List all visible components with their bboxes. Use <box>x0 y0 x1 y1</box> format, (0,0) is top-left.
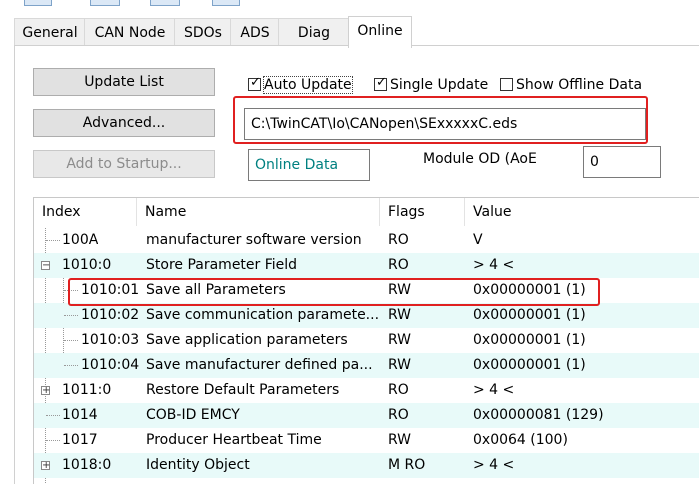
tab-online[interactable]: Online <box>348 16 412 48</box>
row-index: 1011:0 <box>62 382 112 398</box>
header-name[interactable]: Name <box>137 198 380 226</box>
toolbar-button-3[interactable] <box>150 0 180 6</box>
row-value: 0x00000001 (1) <box>473 307 586 323</box>
tree-connector <box>64 315 78 316</box>
online-data-field: Online Data <box>248 149 370 181</box>
auto-update-check-icon[interactable]: ✓ <box>248 75 261 91</box>
eds-path-highlight <box>233 96 648 144</box>
single-update-label: Single Update <box>390 77 489 93</box>
row-index: 1010:04 <box>81 357 140 373</box>
row-value: 0x0064 (100) <box>473 432 568 448</box>
toolbar-button-2[interactable] <box>90 0 120 6</box>
single-update-checkbox[interactable]: ✓ Single Update <box>374 75 489 94</box>
auto-update-label: Auto Update <box>263 76 353 94</box>
tree-connector <box>46 415 60 416</box>
row-highlight <box>68 278 600 306</box>
show-offline-checkbox[interactable]: Show Offline Data <box>500 76 642 94</box>
row-value: > 4 < <box>473 382 515 398</box>
show-offline-check-icon[interactable] <box>500 78 513 91</box>
table-row[interactable]: 1010:04 Save manufacturer defined pa... … <box>34 353 699 378</box>
table-row[interactable]: + 1011:0 Restore Default Parameters RO >… <box>34 378 699 403</box>
row-index: 1018:0 <box>62 457 112 473</box>
tab-sdos[interactable]: SDOs <box>174 18 232 47</box>
table-row[interactable]: 1017 Producer Heartbeat Time RW 0x0064 (… <box>34 428 699 453</box>
tab-can-node[interactable]: CAN Node <box>84 18 176 47</box>
row-flags: RW <box>388 432 412 448</box>
row-index: 1014 <box>62 407 98 423</box>
row-flags: RW <box>388 307 412 323</box>
row-index: 1010:0 <box>62 257 112 273</box>
toolbar-button-1[interactable] <box>24 0 52 6</box>
row-flags: RO <box>388 232 409 248</box>
auto-update-checkbox[interactable]: ✓ Auto Update <box>248 75 353 94</box>
toolbar-button-4[interactable] <box>212 0 240 6</box>
header-value[interactable]: Value <box>465 198 699 226</box>
row-value: 0x00000001 (1) <box>473 332 586 348</box>
row-name: Producer Heartbeat Time <box>146 432 322 448</box>
row-name: manufacturer software version <box>146 232 362 248</box>
row-index: 1017 <box>62 432 98 448</box>
table-row[interactable]: 1010:02 Save communication paramete... R… <box>34 303 699 328</box>
row-name: Save application parameters <box>146 332 348 348</box>
header-flags[interactable]: Flags <box>380 198 465 226</box>
update-list-button[interactable]: Update List <box>33 68 215 96</box>
tree-connector <box>64 365 78 366</box>
row-flags: RO <box>388 382 409 398</box>
module-od-input[interactable]: 0 <box>583 146 661 178</box>
table-row[interactable]: 1014 COB-ID EMCY RO 0x00000081 (129) <box>34 403 699 428</box>
row-value: > 4 < <box>473 457 515 473</box>
tree-connector <box>64 340 78 341</box>
table-row[interactable]: − 1010:0 Store Parameter Field RO > 4 < <box>34 253 699 278</box>
row-index: 1010:02 <box>81 307 140 323</box>
row-value: 0x00000081 (129) <box>473 407 604 423</box>
tree-connector <box>46 440 60 441</box>
show-offline-label: Show Offline Data <box>516 77 643 93</box>
table-row[interactable]: + 1018:0 Identity Object M RO > 4 < <box>34 453 699 478</box>
row-value: 0x00000001 (1) <box>473 357 586 373</box>
expand-icon[interactable]: + <box>41 461 50 471</box>
tab-ads[interactable]: ADS <box>230 18 280 47</box>
header-index[interactable]: Index <box>34 198 137 226</box>
table-row[interactable]: 100A manufacturer software version RO V <box>34 228 699 253</box>
collapse-icon[interactable]: − <box>41 261 50 271</box>
row-index: 100A <box>62 232 99 248</box>
row-flags: M RO <box>388 457 426 473</box>
row-name: COB-ID EMCY <box>146 407 240 423</box>
object-dictionary-table: Index Name Flags Value 100A manufacturer… <box>33 197 699 484</box>
row-flags: RO <box>388 257 409 273</box>
row-name: Identity Object <box>146 457 250 473</box>
tree-connector <box>46 240 60 241</box>
row-flags: RW <box>388 332 412 348</box>
row-flags: RW <box>388 357 412 373</box>
expand-icon[interactable]: + <box>41 386 50 396</box>
row-value: V <box>473 232 483 248</box>
row-name: Save manufacturer defined pa... <box>146 357 373 373</box>
row-name: Restore Default Parameters <box>146 382 340 398</box>
module-od-label: Module OD (AoE <box>423 151 537 167</box>
tab-bar: General CAN Node SDOs ADS Diag Online <box>14 16 699 48</box>
add-to-startup-button[interactable]: Add to Startup... <box>33 150 215 178</box>
single-update-check-icon[interactable]: ✓ <box>374 75 387 91</box>
table-header: Index Name Flags Value <box>34 198 699 226</box>
row-name: Store Parameter Field <box>146 257 298 273</box>
row-name: Save communication paramete... <box>146 307 380 323</box>
tab-diag[interactable]: Diag <box>278 18 350 47</box>
advanced-button[interactable]: Advanced... <box>33 109 215 137</box>
row-flags: RO <box>388 407 409 423</box>
row-value: > 4 < <box>473 257 515 273</box>
tab-general[interactable]: General <box>14 18 86 47</box>
row-index: 1010:03 <box>81 332 140 348</box>
table-row[interactable]: 1010:03 Save application parameters RW 0… <box>34 328 699 353</box>
